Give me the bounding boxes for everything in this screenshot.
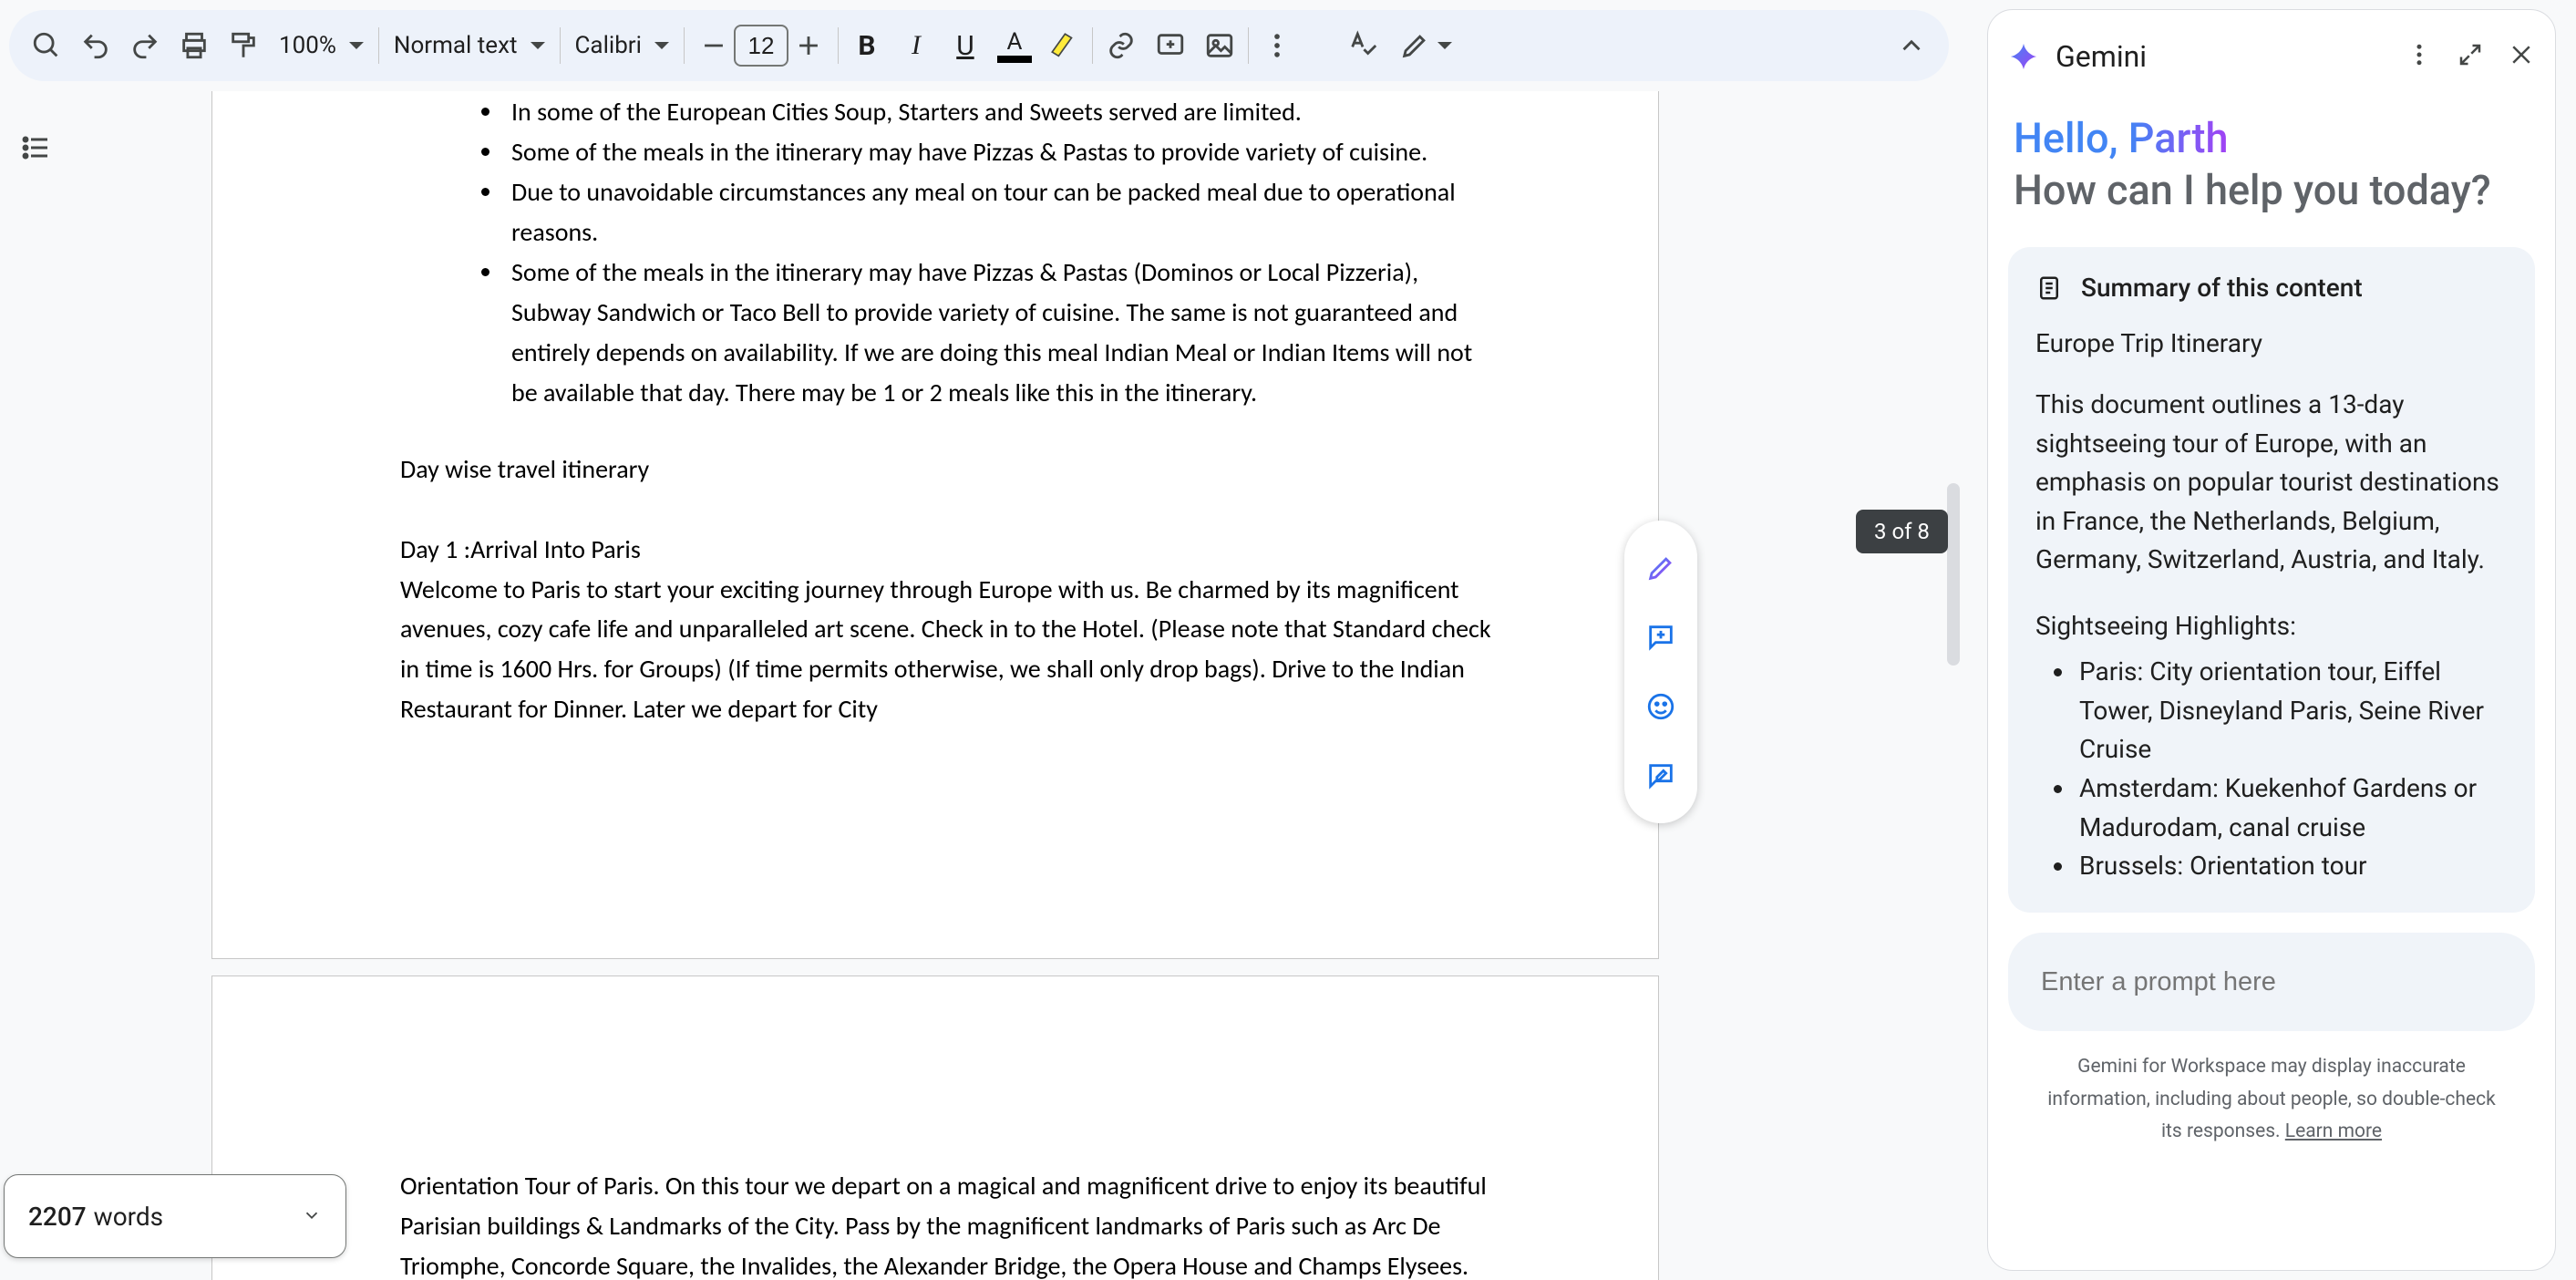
prompt-input[interactable]: [2041, 967, 2502, 997]
page-indicator-text: 3 of 8: [1874, 519, 1930, 544]
gemini-header: Gemini: [2008, 39, 2535, 74]
zoom-select[interactable]: 100%: [268, 21, 375, 70]
text-color-icon[interactable]: A: [990, 21, 1039, 70]
word-count-chip[interactable]: 2207 words: [4, 1174, 346, 1258]
emoji-icon[interactable]: [1641, 686, 1681, 727]
paragraph-style-select[interactable]: Normal text: [383, 21, 556, 70]
print-icon[interactable]: [170, 21, 219, 70]
collapse-toolbar-icon[interactable]: [1887, 21, 1936, 70]
paint-format-icon[interactable]: [219, 21, 268, 70]
scrollbar[interactable]: [1947, 91, 1960, 1276]
page[interactable]: In some of the European Cities Soup, Sta…: [211, 91, 1659, 959]
list-item: Paris: City orientation tour, Eiffel Tow…: [2076, 653, 2508, 769]
hello-prefix: Hello,: [2014, 114, 2128, 162]
gemini-title: Gemini: [2056, 39, 2147, 74]
word-count-label: words: [94, 1202, 163, 1232]
list-item[interactable]: In some of the European Cities Soup, Sta…: [504, 92, 1658, 132]
page-indicator: 3 of 8: [1856, 510, 1948, 553]
scroll-thumb[interactable]: [1947, 483, 1960, 666]
redo-icon[interactable]: [120, 21, 170, 70]
separator: [1092, 27, 1093, 64]
highlight-color-icon[interactable]: [1039, 21, 1088, 70]
gemini-greeting: Hello, Parth How can I help you today?: [2008, 114, 2535, 214]
learn-more-link[interactable]: Learn more: [2285, 1120, 2382, 1142]
bold-icon[interactable]: B: [842, 21, 891, 70]
editing-mode-select[interactable]: [1387, 21, 1464, 70]
toolbar: 100% Normal text Calibri B I U A: [9, 10, 1949, 81]
chevron-down-icon: [302, 1202, 322, 1232]
gemini-logo-icon: [2008, 41, 2039, 72]
heading[interactable]: Day 1 :Arrival Into Paris: [212, 530, 1658, 570]
separator: [838, 27, 839, 64]
suggest-icon[interactable]: [1641, 756, 1681, 796]
font-size-group: [694, 25, 829, 67]
edit-icon[interactable]: [1641, 548, 1681, 588]
list-item[interactable]: Some of the meals in the itinerary may h…: [504, 253, 1658, 413]
chevron-down-icon: [349, 42, 364, 49]
insert-image-icon[interactable]: [1195, 21, 1244, 70]
card-heading: Sightseeing Highlights:: [2035, 607, 2508, 646]
list-item: Amsterdam: Kuekenhof Gardens or Maduroda…: [2076, 769, 2508, 847]
separator: [378, 27, 379, 64]
undo-icon[interactable]: [71, 21, 120, 70]
bullet-list: In some of the European Cities Soup, Sta…: [212, 92, 1658, 413]
card-title: Summary of this content: [2081, 273, 2363, 303]
gemini-panel: Gemini Hello, Parth How can I help you t…: [1987, 9, 2556, 1271]
card-subtitle: Europe Trip Itinerary: [2035, 328, 2508, 358]
card-list: Paris: City orientation tour, Eiffel Tow…: [2035, 653, 2508, 885]
disclaimer-text: Gemini for Workspace may display inaccur…: [2047, 1056, 2495, 1142]
chevron-down-icon: [654, 42, 669, 49]
separator: [560, 27, 561, 64]
zoom-value: 100%: [279, 32, 336, 59]
font-family-select[interactable]: Calibri: [564, 21, 680, 70]
search-icon[interactable]: [22, 21, 71, 70]
font-size-input[interactable]: [734, 25, 788, 67]
spellcheck-icon[interactable]: [1338, 21, 1387, 70]
add-comment-icon[interactable]: [1641, 617, 1681, 657]
expand-icon[interactable]: [2457, 41, 2484, 72]
page[interactable]: Orientation Tour of Paris. On this tour …: [211, 975, 1659, 1280]
list-item[interactable]: Due to unavoidable circumstances any mea…: [504, 172, 1658, 253]
chevron-down-icon: [531, 42, 545, 49]
style-value: Normal text: [394, 32, 518, 59]
word-count-number: 2207: [28, 1202, 87, 1232]
paragraph[interactable]: Welcome to Paris to start your exciting …: [212, 570, 1658, 730]
hello-sub: How can I help you today?: [2014, 166, 2530, 214]
add-comment-icon[interactable]: [1146, 21, 1195, 70]
separator: [1248, 27, 1249, 64]
prompt-input-container[interactable]: [2008, 933, 2535, 1031]
close-icon[interactable]: [2508, 41, 2535, 72]
card-paragraph: This document outlines a 13-day sightsee…: [2035, 386, 2508, 580]
font-value: Calibri: [575, 32, 642, 59]
summary-card: Summary of this content Europe Trip Itin…: [2008, 247, 2535, 913]
increase-font-icon[interactable]: [788, 26, 829, 66]
side-toolbar: [1624, 521, 1697, 823]
paragraph[interactable]: Orientation Tour of Paris. On this tour …: [212, 1166, 1658, 1280]
disclaimer: Gemini for Workspace may display inaccur…: [2008, 1051, 2535, 1149]
more-icon[interactable]: [2406, 41, 2433, 72]
heading[interactable]: Day wise travel itinerary: [212, 449, 1658, 490]
underline-icon[interactable]: U: [941, 21, 990, 70]
more-icon[interactable]: [1252, 21, 1302, 70]
italic-icon[interactable]: I: [891, 21, 941, 70]
list-item: Brussels: Orientation tour: [2076, 847, 2508, 886]
decrease-font-icon[interactable]: [694, 26, 734, 66]
list-item[interactable]: Some of the meals in the itinerary may h…: [504, 132, 1658, 172]
separator: [684, 27, 685, 64]
hello-name: Parth: [2128, 114, 2229, 162]
summary-icon: [2035, 274, 2063, 302]
insert-link-icon[interactable]: [1097, 21, 1146, 70]
chevron-down-icon: [1437, 42, 1452, 49]
